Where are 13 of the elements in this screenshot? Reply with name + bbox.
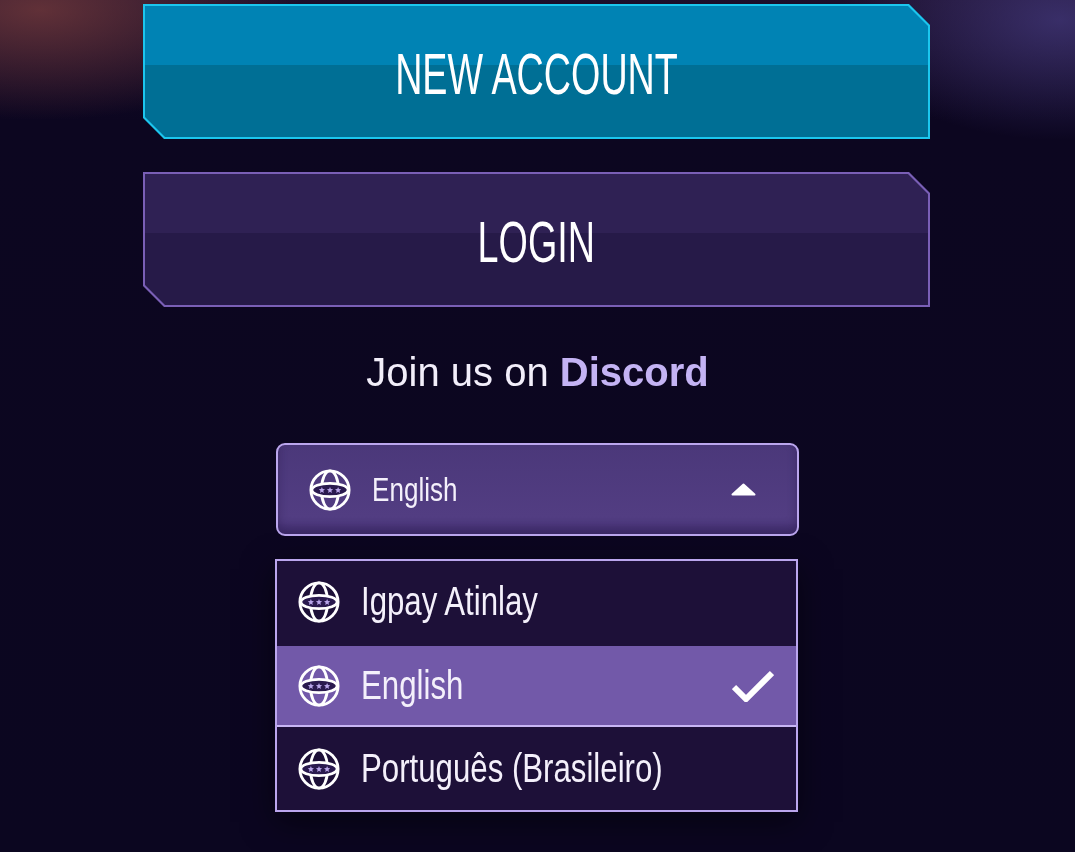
language-option[interactable]: Português (Brasileiro): [277, 727, 796, 810]
discord-link[interactable]: Discord: [559, 350, 709, 394]
language-option[interactable]: English: [277, 644, 796, 727]
check-icon: [732, 669, 774, 702]
globe-icon: [298, 664, 340, 707]
language-option[interactable]: Igpay Atinlay: [277, 561, 796, 644]
login-button[interactable]: LOGIN: [143, 172, 930, 307]
join-text: Join us on Discord: [366, 349, 709, 396]
globe-icon: [298, 580, 340, 623]
language-select[interactable]: English: [276, 443, 799, 536]
globe-icon: [309, 468, 351, 511]
globe-icon: [298, 747, 340, 790]
new-account-button[interactable]: NEW ACCOUNT: [143, 4, 930, 139]
